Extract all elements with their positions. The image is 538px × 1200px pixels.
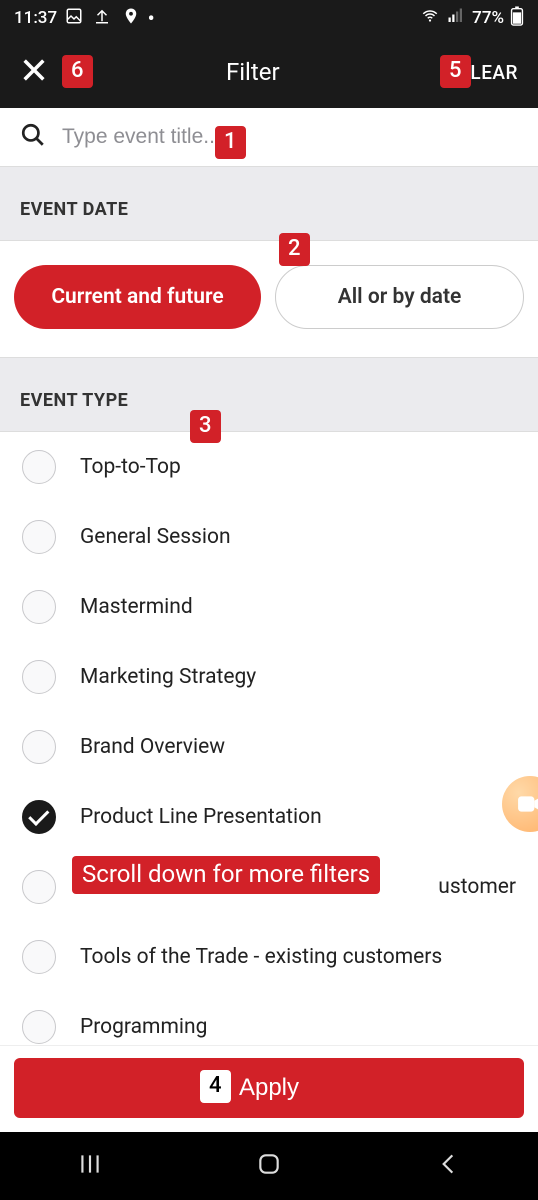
section-header-event-type: EVENT TYPE [0, 357, 538, 432]
list-item-label: Programming [80, 1015, 207, 1039]
upload-icon [93, 7, 111, 25]
more-dot-icon: • [148, 8, 155, 28]
section-header-event-date: EVENT DATE [0, 166, 538, 241]
radio-icon[interactable] [22, 450, 56, 484]
status-bar: 11:37 • 77% [0, 0, 538, 36]
search-row [0, 108, 538, 166]
chip-all-by-date[interactable]: All or by date [275, 265, 524, 329]
list-item[interactable]: General Session [0, 502, 538, 572]
wifi-icon [420, 7, 440, 30]
page-title: Filter [226, 58, 280, 86]
date-chip-row: Current and future All or by date [0, 241, 538, 357]
radio-icon[interactable] [22, 940, 56, 974]
search-input[interactable] [62, 125, 518, 149]
radio-icon[interactable] [22, 870, 56, 904]
list-item[interactable]: Tools of the Trade - existing customers [0, 922, 538, 992]
search-icon [20, 122, 46, 152]
list-item-label: Top-to-Top [80, 455, 181, 479]
radio-icon[interactable] [22, 590, 56, 624]
callout-badge-4: 4 [200, 1070, 231, 1103]
list-item-label: ustomer [438, 875, 516, 899]
close-icon[interactable] [20, 56, 48, 88]
list-item-label: Marketing Strategy [80, 665, 256, 689]
radio-icon[interactable] [22, 1010, 56, 1044]
list-item[interactable]: Marketing Strategy [0, 642, 538, 712]
battery-icon [510, 6, 524, 31]
list-item[interactable]: Product Line Presentation [0, 782, 538, 852]
battery-pct: 77% [472, 8, 504, 28]
location-icon [122, 7, 140, 25]
callout-badge-2: 2 [279, 233, 310, 266]
callout-badge-5: 5 [440, 55, 471, 88]
list-item[interactable]: Mastermind [0, 572, 538, 642]
radio-icon[interactable] [22, 730, 56, 764]
android-navbar [0, 1132, 538, 1200]
callout-badge-6: 6 [62, 55, 93, 88]
radio-icon-checked[interactable] [22, 800, 56, 834]
list-item[interactable]: Brand Overview [0, 712, 538, 782]
signal-icon [446, 7, 466, 30]
clock: 11:37 [14, 8, 57, 28]
home-button[interactable] [256, 1151, 282, 1181]
apply-label: Apply [239, 1074, 299, 1102]
apply-wrap: Apply [0, 1045, 538, 1132]
list-item-label: Mastermind [80, 595, 193, 619]
list-item[interactable]: Top-to-Top [0, 432, 538, 502]
list-item-label: Tools of the Trade - existing customers [80, 945, 442, 969]
radio-icon[interactable] [22, 660, 56, 694]
apply-button[interactable]: Apply [14, 1058, 524, 1118]
list-item-label: Product Line Presentation [80, 805, 322, 829]
list-item-label: General Session [80, 525, 231, 549]
radio-icon[interactable] [22, 520, 56, 554]
image-icon [65, 7, 83, 25]
chip-label: Current and future [51, 285, 223, 309]
callout-badge-1: 1 [215, 126, 246, 159]
recents-button[interactable] [77, 1151, 103, 1181]
event-type-list: Top-to-Top General Session Mastermind Ma… [0, 432, 538, 1062]
status-icons-left [65, 7, 139, 30]
scroll-hint-overlay: Scroll down for more filters [72, 856, 380, 894]
back-button[interactable] [435, 1151, 461, 1181]
chip-current-future[interactable]: Current and future [14, 265, 261, 329]
chip-label: All or by date [338, 285, 462, 309]
callout-badge-3: 3 [190, 410, 221, 443]
list-item-label: Brand Overview [80, 735, 225, 759]
